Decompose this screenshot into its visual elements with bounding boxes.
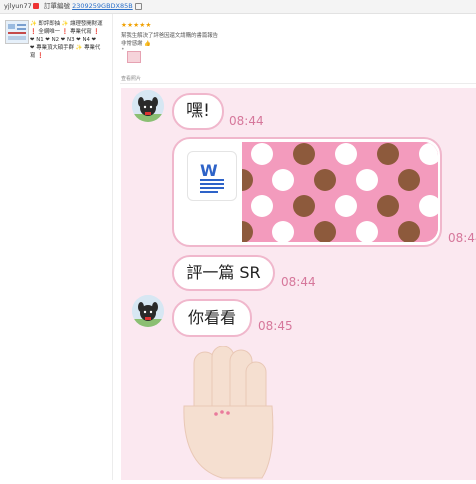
order-info: 訂單編號 2309259GBDX85B xyxy=(44,0,142,13)
photo-panel-label[interactable]: 查看照片 xyxy=(121,75,141,82)
message-time: 08:44 xyxy=(281,275,316,289)
copy-icon[interactable] xyxy=(134,2,142,10)
chat-message-bubble[interactable]: 你看看 xyxy=(172,299,252,337)
column-divider xyxy=(112,14,113,480)
word-doc-glyph: W xyxy=(200,161,224,193)
top-bar: yjlyun77 訂單編號 2309259GBDX85B xyxy=(0,0,476,14)
chat-message-bubble[interactable]: 嘿! xyxy=(172,93,224,130)
shop-line: 寫 ❗ xyxy=(30,53,44,59)
red-badge-icon xyxy=(32,3,39,9)
hand-sticker-image xyxy=(183,345,274,479)
username-area[interactable]: yjlyun77 xyxy=(4,0,39,13)
shop-line: ❤ 專業頂大碩手群 ✨ 專業代 xyxy=(30,45,101,51)
shop-line: ✨ 即評即抽 ✨ 讓理發開財運 xyxy=(30,21,103,27)
poodle-pattern-image xyxy=(242,142,438,242)
chat-message-bubble[interactable]: 評一篇 SR xyxy=(172,255,275,291)
message-text: 嘿! xyxy=(186,101,210,121)
message-time: 08:44 xyxy=(229,114,264,128)
order-label: 訂單編號 xyxy=(44,2,70,10)
review-text-line: 非常感謝 👍 xyxy=(121,41,151,47)
review-text-line: 幫我生解決了評爸因還文請購的書篇報告 xyxy=(121,33,219,39)
review-bullet: • xyxy=(121,46,125,53)
praying-hand-sticker[interactable] xyxy=(172,345,280,480)
shop-thumbnail-image xyxy=(6,21,28,43)
message-time: 08:45 xyxy=(258,319,293,333)
panel-divider xyxy=(120,83,476,84)
username[interactable]: yjlyun77 xyxy=(4,2,32,10)
review-photo-thumbnail[interactable] xyxy=(127,51,141,63)
message-text: 你看看 xyxy=(187,308,236,327)
message-text: 評一篇 SR xyxy=(186,263,261,282)
shop-description: ✨ 即評即抽 ✨ 讓理發開財運 ❗ 全網唯一 ❗ 專業代寫 ❗ ❤ N1 ❤ N… xyxy=(30,20,108,60)
dog-avatar-icon xyxy=(132,295,164,327)
shop-thumbnail[interactable] xyxy=(5,20,29,44)
shop-line: ❤ N1 ❤ N2 ❤ N3 ❤ N4 ❤ xyxy=(30,37,97,43)
dog-avatar-icon xyxy=(132,90,164,122)
rating-stars: ★★★★★ xyxy=(121,21,152,29)
svg-text:W: W xyxy=(200,161,218,180)
order-number[interactable]: 2309259GBDX85B xyxy=(72,2,133,10)
word-document-icon[interactable]: W xyxy=(187,151,237,201)
shop-line: ❗ 全網唯一 ❗ 專業代寫 ❗ xyxy=(30,29,101,35)
avatar xyxy=(132,90,164,122)
poodle-pattern-thumbnail[interactable] xyxy=(242,142,438,242)
message-time: 08:44 xyxy=(448,231,476,245)
avatar xyxy=(132,295,164,327)
